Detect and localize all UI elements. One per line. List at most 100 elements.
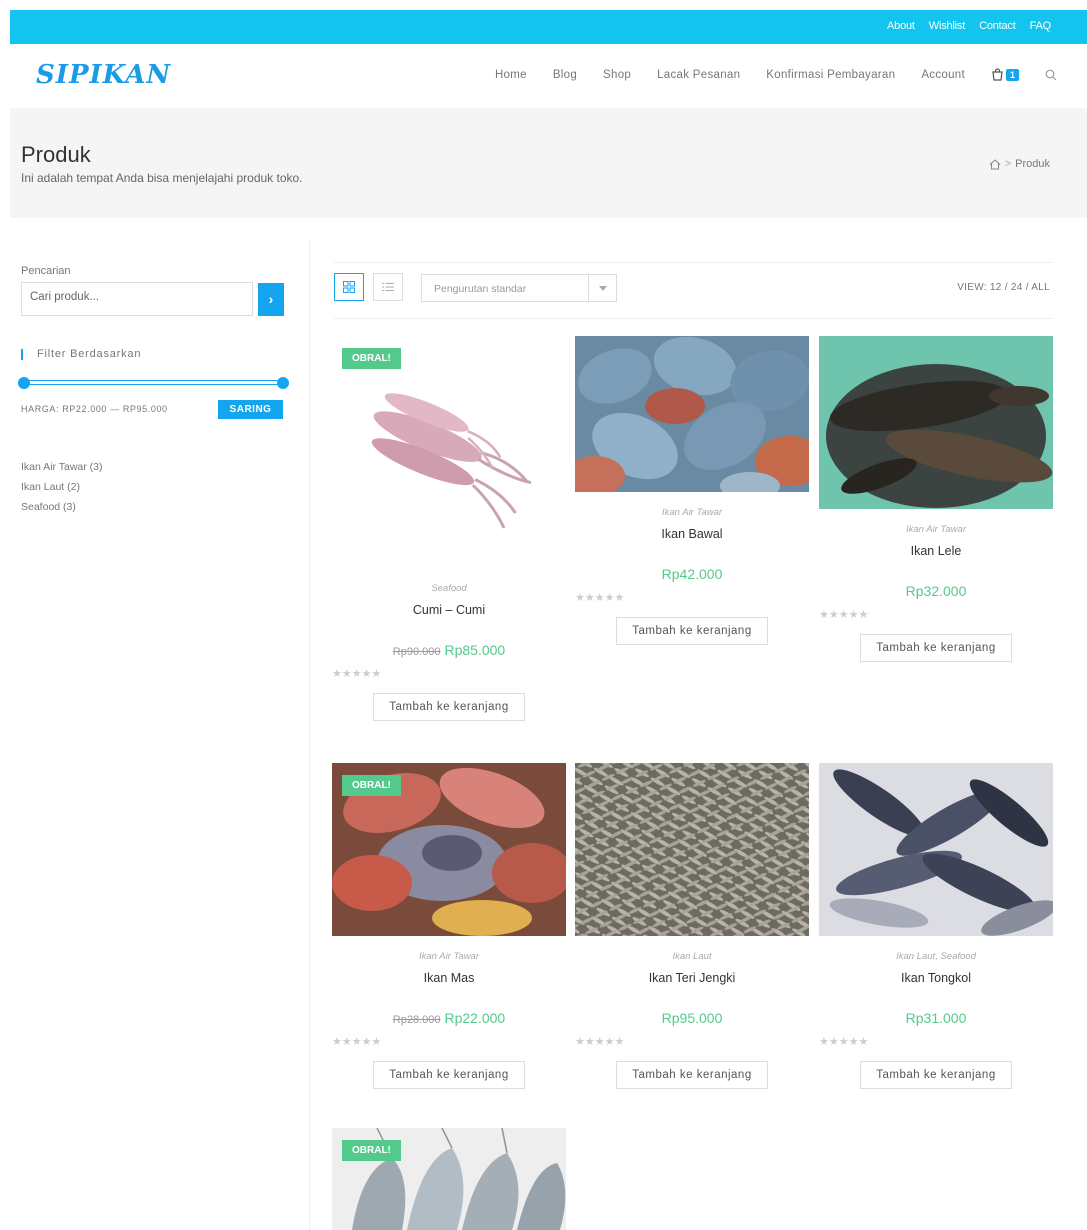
add-to-cart-button[interactable]: Tambah ke keranjang bbox=[373, 1061, 525, 1089]
nav-konfirmasi-pembayaran[interactable]: Konfirmasi Pembayaran bbox=[766, 69, 895, 81]
view-count[interactable]: VIEW: 12 / 24 / ALL bbox=[957, 282, 1050, 293]
add-to-cart-button[interactable]: Tambah ke keranjang bbox=[860, 1061, 1012, 1089]
filter-title: Filter Berdasarkan bbox=[21, 349, 141, 360]
top-bar: About Wishlist Contact FAQ bbox=[10, 10, 1087, 44]
product-card: OBRAL! Seafood Cumi – Cumi Rp90.000 Rp85.… bbox=[332, 336, 566, 721]
main-nav: Home Blog Shop Lacak Pesanan Konfirmasi … bbox=[495, 68, 1057, 81]
category-list: Ikan Air Tawar (3) Ikan Laut (2) Seafood… bbox=[21, 457, 103, 517]
cart-count-badge: 1 bbox=[1005, 68, 1019, 81]
shopping-bag-icon bbox=[992, 68, 1003, 81]
search-label: Pencarian bbox=[21, 265, 71, 277]
product-category[interactable]: Ikan Air Tawar bbox=[819, 524, 1053, 535]
product-card: Ikan Laut Ikan Teri Jengki Rp95.000 ★★★★… bbox=[575, 763, 809, 1089]
product-category[interactable]: Ikan Air Tawar bbox=[332, 951, 566, 962]
chevron-right-icon: › bbox=[268, 291, 274, 307]
nav-home[interactable]: Home bbox=[495, 69, 527, 81]
price-slider-min-handle[interactable] bbox=[18, 377, 30, 389]
search-icon[interactable] bbox=[1045, 69, 1057, 81]
product-price: Rp28.000 Rp22.000 bbox=[332, 1010, 566, 1026]
chevron-down-icon bbox=[588, 275, 616, 301]
top-link-about[interactable]: About bbox=[887, 20, 915, 32]
product-name[interactable]: Ikan Teri Jengki bbox=[575, 971, 809, 985]
product-old-price: Rp28.000 bbox=[392, 1014, 441, 1026]
top-links: About Wishlist Contact FAQ bbox=[887, 20, 1051, 32]
sidebar: Pencarian Cari produk... › Filter Berdas… bbox=[10, 240, 310, 1230]
sort-selected-value: Pengurutan standar bbox=[434, 283, 527, 295]
page-title: Produk bbox=[21, 142, 91, 167]
top-link-faq[interactable]: FAQ bbox=[1030, 20, 1052, 32]
search-input[interactable]: Cari produk... bbox=[21, 282, 253, 316]
category-item[interactable]: Ikan Laut (2) bbox=[21, 477, 103, 497]
product-image[interactable] bbox=[575, 763, 809, 936]
page-subtitle: Ini adalah tempat Anda bisa menjelajahi … bbox=[21, 171, 303, 185]
breadcrumb-separator: > bbox=[1004, 158, 1012, 170]
home-icon[interactable] bbox=[989, 158, 1001, 170]
price-slider-track[interactable] bbox=[23, 380, 284, 385]
add-to-cart-button[interactable]: Tambah ke keranjang bbox=[373, 693, 525, 721]
anchovy-image bbox=[575, 763, 809, 936]
add-to-cart-button[interactable]: Tambah ke keranjang bbox=[860, 634, 1012, 662]
product-image[interactable]: OBRAL! bbox=[332, 763, 566, 936]
grid-view-button[interactable] bbox=[334, 273, 364, 301]
site-logo[interactable]: SIPIKAN bbox=[36, 60, 171, 90]
site-header: SIPIKAN Home Blog Shop Lacak Pesanan Kon… bbox=[10, 44, 1087, 108]
sale-badge: OBRAL! bbox=[342, 1140, 401, 1161]
nav-account[interactable]: Account bbox=[921, 69, 965, 81]
product-name[interactable]: Cumi – Cumi bbox=[332, 603, 566, 617]
product-name[interactable]: Ikan Tongkol bbox=[819, 971, 1053, 985]
top-link-contact[interactable]: Contact bbox=[979, 20, 1016, 32]
nav-blog[interactable]: Blog bbox=[553, 69, 577, 81]
product-image[interactable] bbox=[819, 763, 1053, 936]
star-rating: ★★★★★ bbox=[819, 1036, 869, 1048]
product-card: OBRAL! bbox=[332, 1128, 566, 1230]
product-name[interactable]: Ikan Mas bbox=[332, 971, 566, 985]
list-icon bbox=[382, 283, 394, 291]
star-rating: ★★★★★ bbox=[575, 1036, 625, 1048]
product-card: Ikan Laut, Seafood Ikan Tongkol Rp31.000… bbox=[819, 763, 1053, 1089]
top-link-wishlist[interactable]: Wishlist bbox=[929, 20, 965, 32]
sale-badge: OBRAL! bbox=[342, 348, 401, 369]
star-rating: ★★★★★ bbox=[332, 668, 382, 680]
shop-toolbar: Pengurutan standar VIEW: 12 / 24 / ALL bbox=[334, 262, 1052, 319]
sale-badge: OBRAL! bbox=[342, 775, 401, 796]
search-submit-button[interactable]: › bbox=[258, 283, 284, 316]
filter-button[interactable]: SARING bbox=[218, 400, 283, 419]
product-card: Ikan Air Tawar Ikan Lele Rp32.000 ★★★★★ … bbox=[819, 336, 1053, 662]
category-item[interactable]: Ikan Air Tawar (3) bbox=[21, 457, 103, 477]
breadcrumb: > Produk bbox=[989, 158, 1050, 170]
nav-shop[interactable]: Shop bbox=[603, 69, 631, 81]
add-to-cart-button[interactable]: Tambah ke keranjang bbox=[616, 1061, 768, 1089]
product-image[interactable] bbox=[575, 336, 809, 492]
product-category[interactable]: Seafood bbox=[332, 583, 566, 594]
nav-lacak-pesanan[interactable]: Lacak Pesanan bbox=[657, 69, 740, 81]
product-image[interactable] bbox=[819, 336, 1053, 509]
product-category[interactable]: Ikan Laut bbox=[575, 951, 809, 962]
product-price: Rp95.000 bbox=[661, 1010, 723, 1026]
product-category[interactable]: Ikan Laut, Seafood bbox=[819, 951, 1053, 962]
product-price: Rp42.000 bbox=[661, 566, 723, 582]
product-image[interactable]: OBRAL! bbox=[332, 1128, 566, 1230]
category-item[interactable]: Seafood (3) bbox=[21, 497, 103, 517]
product-sale-price: Rp85.000 bbox=[444, 642, 506, 658]
product-price: Rp90.000 Rp85.000 bbox=[332, 642, 566, 658]
grid-icon bbox=[343, 281, 355, 293]
catfish-image bbox=[819, 336, 1053, 509]
add-to-cart-button[interactable]: Tambah ke keranjang bbox=[616, 617, 768, 645]
star-rating: ★★★★★ bbox=[575, 592, 625, 604]
star-rating: ★★★★★ bbox=[819, 609, 869, 621]
pomfret-fish-image bbox=[575, 336, 809, 492]
product-name[interactable]: Ikan Bawal bbox=[575, 527, 809, 541]
price-slider-max-handle[interactable] bbox=[277, 377, 289, 389]
product-price: Rp32.000 bbox=[905, 583, 967, 599]
product-name[interactable]: Ikan Lele bbox=[819, 544, 1053, 558]
product-price: Rp31.000 bbox=[905, 1010, 967, 1026]
product-category[interactable]: Ikan Air Tawar bbox=[575, 507, 809, 518]
page-title-bar: Produk Ini adalah tempat Anda bisa menje… bbox=[10, 108, 1087, 218]
sort-select[interactable]: Pengurutan standar bbox=[421, 274, 617, 302]
cart-button[interactable]: 1 bbox=[991, 68, 1019, 81]
list-view-button[interactable] bbox=[373, 273, 403, 301]
product-image[interactable]: OBRAL! bbox=[332, 336, 566, 568]
price-range-text: HARGA: RP22.000 — RP95.000 bbox=[21, 404, 168, 414]
product-card: OBRAL! Ikan Air Tawar Ikan Mas Rp28.000 R… bbox=[332, 763, 566, 1089]
product-old-price: Rp90.000 bbox=[392, 646, 441, 658]
